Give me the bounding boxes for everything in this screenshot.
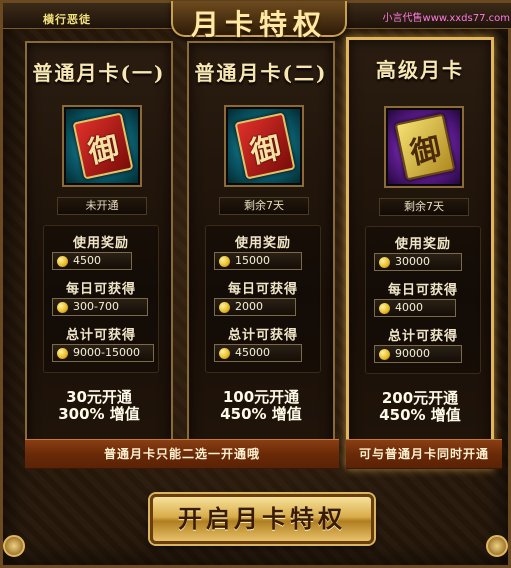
price-block: 30元开通 300% 增值 <box>27 389 171 423</box>
reward-label: 使用奖励 <box>72 236 129 251</box>
coin-icon <box>57 302 68 313</box>
premium-card-banner: 可与普通月卡同时开通 <box>346 439 502 469</box>
total-value: 9000-15000 <box>52 344 154 362</box>
reward-value: 15000 <box>214 252 302 270</box>
daily-value: 300-700 <box>52 298 148 316</box>
coin-icon <box>219 348 230 359</box>
card-title: 普通月卡(二) <box>194 61 328 85</box>
daily-label: 每日可获得 <box>387 283 458 298</box>
daily-label: 每日可获得 <box>227 282 298 297</box>
watermark-text: 小言代售www.xxds77.com <box>382 13 510 24</box>
coin-icon <box>379 349 390 360</box>
reward-box: 使用奖励 4500 每日可获得 300-700 总计可获得 9000-15000 <box>43 225 159 373</box>
title-plate: 月卡特权 <box>171 1 347 41</box>
red-card-icon: 御 <box>224 105 304 187</box>
open-month-card-button[interactable]: 开启月卡特权 <box>150 494 374 544</box>
corner-ornament-icon <box>486 535 508 557</box>
coin-icon <box>57 348 68 359</box>
total-label: 总计可获得 <box>387 329 458 344</box>
daily-label: 每日可获得 <box>65 282 136 297</box>
bonus-text: 450% 增值 <box>220 405 302 423</box>
reward-value: 4500 <box>52 252 132 270</box>
price-text: 100元开通 <box>222 388 300 406</box>
reward-box: 使用奖励 15000 每日可获得 2000 总计可获得 45000 <box>205 225 321 373</box>
price-text: 30元开通 <box>66 388 132 406</box>
reward-box: 使用奖励 30000 每日可获得 4000 总计可获得 90000 <box>365 226 481 374</box>
coin-icon <box>379 257 390 268</box>
red-card-icon: 御 <box>62 105 142 187</box>
price-text: 200元开通 <box>381 389 459 407</box>
coin-icon <box>57 256 68 267</box>
month-card-window: 横行恶徒 小言代售www.xxds77.com 月卡特权 普通月卡(一) 御 未… <box>0 0 511 568</box>
total-label: 总计可获得 <box>65 328 136 343</box>
price-block: 100元开通 450% 增值 <box>189 389 333 423</box>
bonus-text: 300% 增值 <box>58 405 140 423</box>
header-left-text: 横行恶徒 <box>43 13 91 26</box>
reward-label: 使用奖励 <box>394 237 451 252</box>
month-card-panel-premium: 高级月卡 御 剩余7天 使用奖励 30000 每日可获得 4000 总计可获得 … <box>346 37 494 469</box>
coin-icon <box>219 256 230 267</box>
daily-value: 2000 <box>214 298 296 316</box>
gold-card-icon: 御 <box>384 106 464 188</box>
card-status: 未开通 <box>57 197 147 215</box>
total-value: 90000 <box>374 345 462 363</box>
reward-value: 30000 <box>374 253 462 271</box>
coin-icon <box>219 302 230 313</box>
card-title: 高级月卡 <box>376 58 464 82</box>
month-card-panel-1: 普通月卡(一) 御 未开通 使用奖励 4500 每日可获得 300-700 总计… <box>25 41 173 461</box>
corner-ornament-icon <box>3 535 25 557</box>
page-title: 月卡特权 <box>190 8 327 41</box>
reward-label: 使用奖励 <box>234 236 291 251</box>
daily-value: 4000 <box>374 299 456 317</box>
month-card-panel-2: 普通月卡(二) 御 剩余7天 使用奖励 15000 每日可获得 2000 总计可… <box>187 41 335 461</box>
bonus-text: 450% 增值 <box>379 406 461 424</box>
total-value: 45000 <box>214 344 302 362</box>
total-label: 总计可获得 <box>227 328 298 343</box>
price-block: 200元开通 450% 增值 <box>349 390 491 424</box>
card-status: 剩余7天 <box>219 197 309 215</box>
normal-card-banner: 普通月卡只能二选一开通哦 <box>25 439 339 469</box>
open-button-label: 开启月卡特权 <box>178 504 346 533</box>
coin-icon <box>379 303 390 314</box>
card-status: 剩余7天 <box>379 198 469 216</box>
card-title: 普通月卡(一) <box>32 61 166 85</box>
